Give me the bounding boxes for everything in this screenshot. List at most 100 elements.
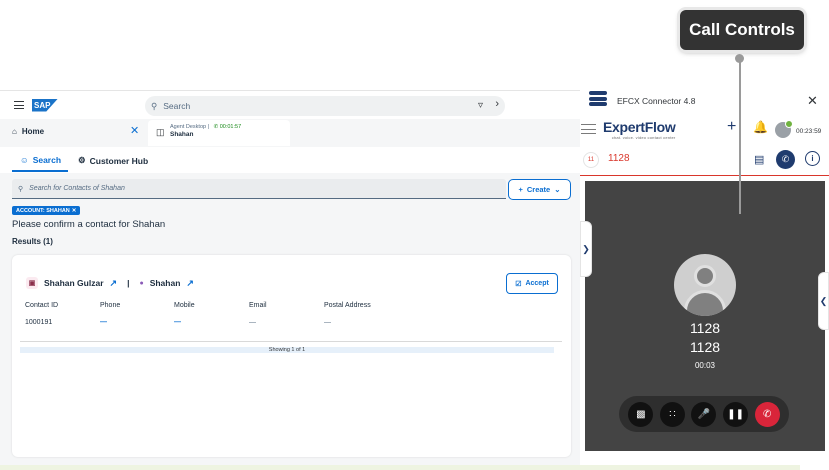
filter-icon[interactable]: ▿ [478,100,483,111]
tab-search-label: Search [32,155,62,165]
close-icon[interactable]: ✕ [807,93,818,109]
account-icon: ● [139,279,144,287]
column-header: Mobile [174,302,195,309]
table-divider [20,341,562,342]
dialpad-button[interactable]: ∷ [659,401,685,427]
menu-icon[interactable] [14,101,24,109]
results-count: Results (1) [12,237,53,246]
callout-pointer-line [739,62,741,214]
tab-home-label: Home [21,127,45,136]
brand-name: ExpertFlow [603,119,676,135]
chat-icon[interactable]: ▤ [754,153,764,166]
contact-search-placeholder: Search for Contacts of Shahan [29,185,125,192]
create-label: Create [526,185,551,194]
home-icon: ⌂ [12,127,17,136]
caller-avatar [674,254,736,316]
brand-tagline: chat. voice. video contact center [611,135,676,140]
confirm-message: Please confirm a contact for Shahan [12,219,166,230]
create-button[interactable]: + Create ⌄ [508,179,571,200]
account-filter-chip[interactable]: ACCOUNT: SHAHAN ✕ [12,206,81,215]
plus-icon: + [518,185,523,194]
contact-card-header: ▣ Shahan Gulzar ↗ | ● Shahan ↗ [26,277,194,289]
account-name: Shahan [149,278,181,288]
sap-logo: SAP [32,98,58,112]
search-icon: ⚲ [151,100,158,111]
picture-in-picture-button[interactable]: ▩ [628,401,654,427]
agent-tab-title: Agent Desktop | [170,124,210,130]
hold-button[interactable]: ❚❚ [723,401,749,427]
chevron-left-icon[interactable]: ❮ [818,272,829,330]
sap-app: SAP ⚲ Search ▿ › ⌂ Home ✕ ◫ Agent Deskto… [0,90,580,465]
column-header: Contact ID [25,302,59,309]
global-search-input[interactable]: ⚲ Search ▿ › [145,96,505,116]
open-link-icon[interactable]: ↗ [110,278,118,289]
avatar-body [684,290,726,316]
efcx-title: EFCX Connector 4.8 [617,96,696,106]
call-controls-callout: Call Controls [680,10,804,50]
workspace-tabbar: ⌂ Home ✕ ◫ Agent Desktop | ✆ 00:01:57 Sh… [0,119,580,146]
expertflow-logo: ExpertFlow chat. voice. video contact ce… [603,119,676,140]
phone-button[interactable]: ✆ [776,150,795,169]
accept-button[interactable]: ☑ Accept [506,273,558,294]
chevron-down-icon: ⌄ [554,185,561,194]
chevron-right-icon[interactable]: › [495,98,499,110]
tab-customer-hub[interactable]: ⚙ Customer Hub [78,155,148,166]
efcx-logo [589,91,607,109]
screen: Call Controls SAP ⚲ Search ▿ › ⌂ Home ✕ … [0,0,829,470]
table-cell-contact-id: 1000191 [25,319,53,326]
mute-mic-button[interactable]: 🎤 [691,401,717,427]
call-controls-bar: ▩ ∷ 🎤 ❚❚ ✆ [619,396,789,432]
agent-avatar[interactable] [775,120,793,138]
bottom-strip [0,465,800,470]
table-cell-email: — [249,319,256,326]
agent-tab-timer: ✆ 00:01:57 [213,124,242,130]
close-icon[interactable]: ✕ [130,124,139,137]
call-duration: 00:03 [694,361,716,370]
accept-label: Accept [525,280,549,287]
header-separator: | [127,278,130,288]
search-icon: ⚲ [18,185,24,193]
video-call-panel: 1128 1128 00:03 ▩ ∷ 🎤 ❚❚ ✆ [585,181,825,451]
column-header: Phone [100,302,121,309]
subtab-bar: ☺ Search ⚙ Customer Hub [0,147,580,173]
contact-card: ▣ Shahan Gulzar ↗ | ● Shahan ↗ ☑ Accept … [12,255,571,457]
chevron-right-icon[interactable]: ❯ [580,221,592,277]
table-cell-phone[interactable]: — [100,319,107,326]
active-tab-indicator [12,170,68,172]
contact-icon: ▣ [26,277,38,289]
table-cell-mobile[interactable]: — [174,319,181,326]
tab-customer-hub-label: Customer Hub [89,155,149,166]
accept-icon: ☑ [515,280,522,288]
global-search-placeholder: Search [163,101,191,111]
chat-icon: ◫ [156,127,165,137]
agent-timer-value: 00:01:57 [219,124,242,130]
hub-icon: ⚙ [78,155,86,165]
contact-name: Shahan Gulzar [44,278,104,288]
contact-search-input[interactable]: ⚲ Search for Contacts of Shahan [12,179,506,199]
call-badge: 11 [583,152,599,168]
tab-search[interactable]: ☺ Search [20,155,61,165]
close-icon[interactable]: ✕ [72,208,77,214]
add-icon[interactable]: + [727,118,736,136]
tab-agent-desktop[interactable]: ◫ Agent Desktop | ✆ 00:01:57 Shahan [148,120,290,146]
sap-shell-bar: SAP ⚲ Search ▿ › [0,91,580,119]
caller-number-secondary: 1128 [689,339,721,355]
paging-info: Showing 1 of 1 [20,347,554,353]
avatar-head [694,265,716,287]
agent-tab-customer: Shahan [170,131,194,138]
column-header: Email [249,302,267,309]
open-link-icon[interactable]: ↗ [186,278,194,289]
agent-state-timer: 00:23:59 [796,128,822,135]
menu-icon[interactable] [581,124,596,134]
table-cell-postal-address: — [324,319,331,326]
call-number: 1128 [608,153,630,164]
person-icon: ☺ [20,155,29,165]
active-call-row: 11 1128 ▤ ✆ i [580,146,829,176]
info-icon[interactable]: i [805,151,820,166]
callout-label: Call Controls [689,20,795,39]
tab-home[interactable]: ⌂ Home [12,127,44,136]
bell-icon[interactable]: 🔔 [753,120,768,134]
column-header: Postal Address [324,302,371,309]
end-call-button[interactable]: ✆ [754,401,780,427]
chip-label: ACCOUNT: SHAHAN [16,207,70,214]
